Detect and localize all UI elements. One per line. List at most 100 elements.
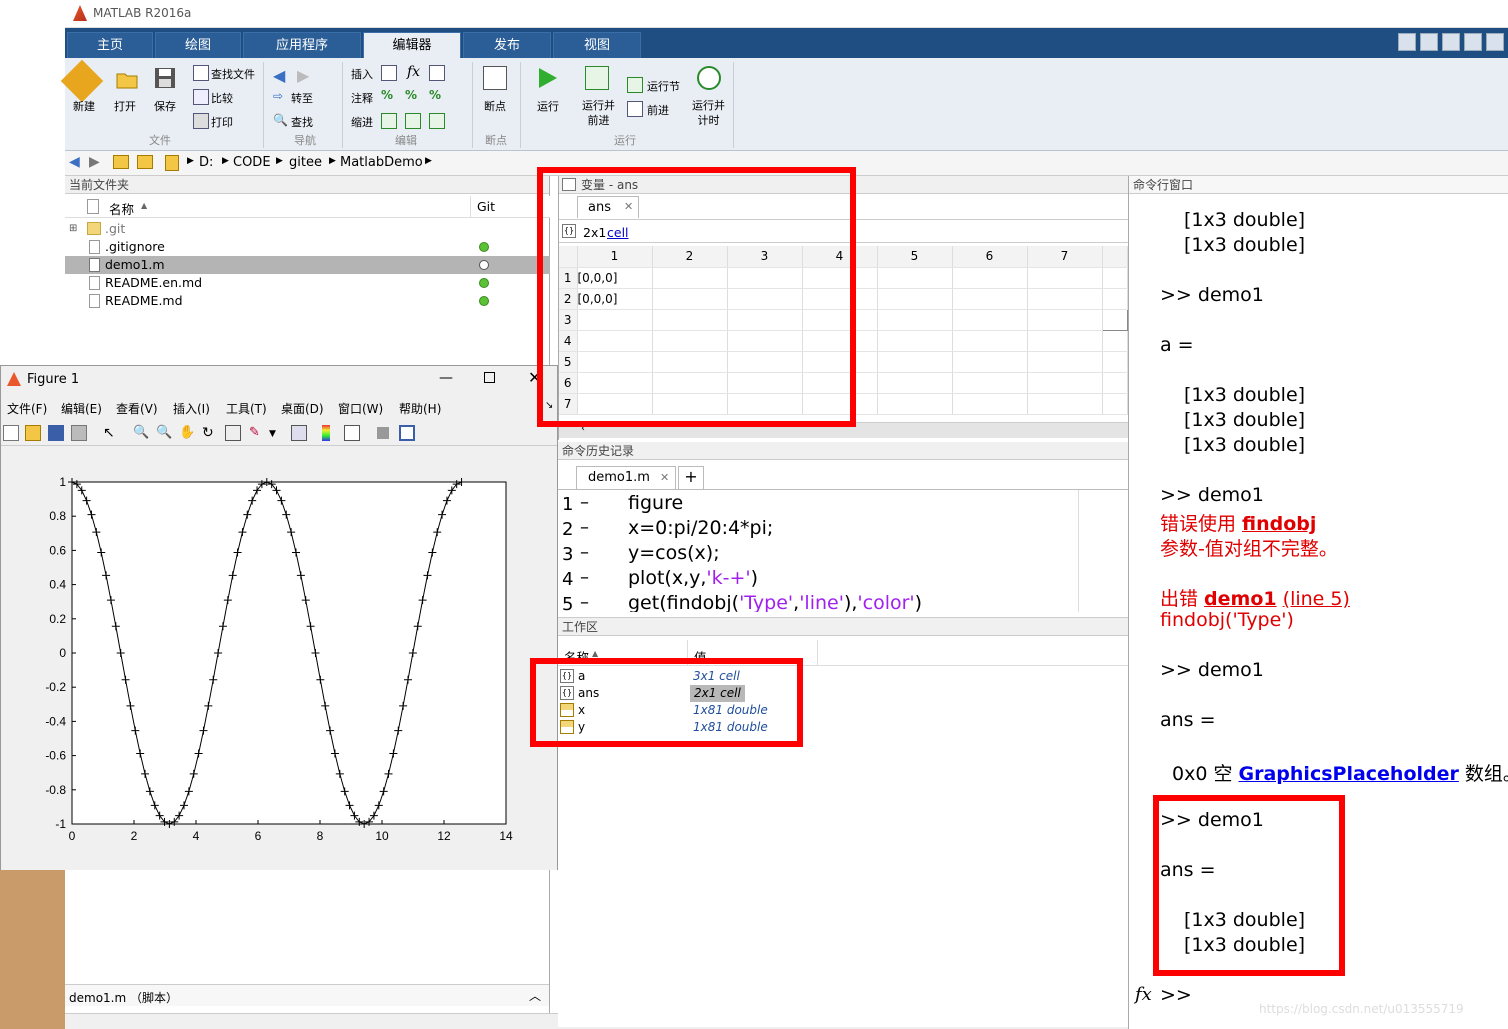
copy-icon[interactable]: [1464, 33, 1482, 51]
rotate-icon[interactable]: ↻: [202, 425, 218, 441]
col-value[interactable]: 值: [694, 647, 707, 666]
row-header[interactable]: 2: [559, 288, 578, 310]
table-cell[interactable]: [0,0,0]: [577, 288, 653, 310]
uncomment-icon[interactable]: %: [405, 88, 421, 104]
breadcrumb-gitee[interactable]: gitee: [289, 155, 322, 170]
layout-icon[interactable]: [1398, 33, 1416, 51]
menu-edit[interactable]: 编辑(E): [61, 400, 102, 417]
percent-icon[interactable]: %: [381, 88, 397, 104]
col-name[interactable]: 名称: [109, 199, 134, 218]
menu-tools[interactable]: 工具(T): [226, 400, 267, 417]
editor-area[interactable]: 1– figure 2– x=0:pi/20:4*pi; 3– y=cos(x)…: [558, 489, 1128, 612]
row-header[interactable]: 7: [559, 393, 578, 415]
save-figure-icon[interactable]: [48, 425, 64, 441]
close-icon[interactable]: ✕: [660, 471, 669, 484]
menu-insert[interactable]: 插入(I): [173, 400, 210, 417]
open-folder-icon[interactable]: [115, 68, 139, 92]
cut-icon[interactable]: [1442, 33, 1460, 51]
col-header[interactable]: 3: [727, 246, 803, 268]
menu-help[interactable]: 帮助(H): [399, 400, 441, 417]
smart-indent-icon[interactable]: [381, 113, 397, 129]
col-header[interactable]: 2: [652, 246, 728, 268]
col-git[interactable]: Git: [477, 199, 495, 214]
breakpoint-icon[interactable]: [483, 66, 507, 90]
chevron-right-icon[interactable]: ▶: [329, 156, 336, 166]
table-cell[interactable]: [577, 372, 653, 394]
row-header[interactable]: 4: [559, 330, 578, 352]
save-quick-icon[interactable]: [1420, 33, 1438, 51]
add-tab-button[interactable]: +: [678, 466, 704, 489]
indent-button[interactable]: 缩进: [351, 114, 373, 130]
findobj-link[interactable]: findobj: [1242, 513, 1316, 535]
tab-demo1[interactable]: demo1.m ✕: [576, 466, 676, 489]
run-advance-icon[interactable]: [585, 66, 609, 90]
line5-link[interactable]: (line 5): [1283, 588, 1350, 610]
print-figure-icon[interactable]: [71, 425, 87, 441]
show-tools-icon[interactable]: [399, 425, 415, 441]
breadcrumb-matlabdemo[interactable]: MatlabDemo: [340, 155, 423, 170]
table-cell[interactable]: [577, 393, 653, 415]
up-folder-icon[interactable]: [113, 155, 129, 169]
demo1-link[interactable]: demo1: [1204, 588, 1277, 610]
table-cell[interactable]: [577, 309, 653, 331]
browse-folder-icon[interactable]: [137, 155, 153, 169]
row-header[interactable]: 6: [559, 372, 578, 394]
pointer-icon[interactable]: ↖: [103, 425, 119, 441]
print-button[interactable]: 打印: [211, 114, 233, 130]
forward-icon[interactable]: ▶: [89, 154, 100, 170]
file-row[interactable]: ⊞ .git: [65, 220, 550, 238]
zoom-in-icon[interactable]: 🔍: [133, 425, 149, 441]
find-files-button[interactable]: 查找文件: [211, 66, 255, 82]
fx-icon[interactable]: fx: [1135, 984, 1152, 1005]
workspace-row[interactable]: y 1x81 double: [558, 719, 1128, 736]
col-header[interactable]: 7: [1027, 246, 1103, 268]
col-header[interactable]: 1: [577, 246, 653, 268]
chevron-right-icon[interactable]: ▶: [187, 156, 194, 166]
run-time-icon[interactable]: [697, 66, 721, 90]
horizontal-scrollbar[interactable]: ‹: [559, 422, 1129, 438]
pan-hand-icon[interactable]: ✋: [179, 425, 195, 441]
variable-class-link[interactable]: cell: [607, 225, 629, 240]
workspace-row[interactable]: {} ans 2x1 cell: [558, 685, 1128, 702]
run-play-icon[interactable]: [535, 66, 559, 90]
tab-view[interactable]: 视图: [553, 32, 641, 58]
tab-apps[interactable]: 应用程序: [243, 32, 361, 58]
menu-file[interactable]: 文件(F): [7, 400, 47, 417]
breadcrumb-drive[interactable]: D:: [199, 155, 213, 170]
minimize-icon[interactable]: —: [439, 370, 453, 386]
chevron-up-icon[interactable]: ︿: [529, 987, 541, 1004]
zoom-out-icon[interactable]: 🔍: [156, 425, 172, 441]
chevron-right-icon[interactable]: ▶: [222, 156, 229, 166]
tab-plots[interactable]: 绘图: [155, 32, 241, 58]
dock-arrow-icon[interactable]: ↘: [545, 400, 553, 411]
run-advance-button[interactable]: 运行并 前进: [582, 98, 615, 128]
paste-icon[interactable]: [1486, 33, 1504, 51]
legend-icon[interactable]: [344, 425, 360, 441]
row-header[interactable]: 5: [559, 351, 578, 373]
data-cursor-icon[interactable]: [225, 425, 241, 441]
row-header[interactable]: 1: [559, 267, 578, 289]
chevron-left-icon[interactable]: ‹: [581, 423, 585, 434]
wrap-comment-icon[interactable]: %: [429, 88, 445, 104]
close-icon[interactable]: ✕: [528, 368, 541, 387]
col-header[interactable]: 5: [877, 246, 953, 268]
advance-button[interactable]: 前进: [647, 102, 669, 118]
command-window[interactable]: 命令行窗口 [1x3 double] [1x3 double] >> demo1…: [1128, 176, 1508, 1029]
menu-desktop[interactable]: 桌面(D): [281, 400, 324, 417]
indent-icon[interactable]: [405, 113, 421, 129]
col-header[interactable]: 4: [802, 246, 878, 268]
find-button[interactable]: 查找: [291, 114, 313, 130]
run-button[interactable]: 运行: [537, 98, 559, 114]
table-cell[interactable]: [577, 351, 653, 373]
file-row[interactable]: README.en.md: [65, 274, 550, 292]
file-row[interactable]: .gitignore: [65, 238, 550, 256]
fx-button[interactable]: fx: [407, 64, 420, 80]
tab-editor[interactable]: 编辑器: [363, 32, 461, 58]
menu-window[interactable]: 窗口(W): [338, 400, 383, 417]
comment-button[interactable]: 注释: [351, 90, 373, 106]
goto-button[interactable]: 转至: [291, 90, 313, 106]
new-figure-icon[interactable]: [3, 425, 19, 441]
table-cell[interactable]: [0,0,0]: [577, 267, 653, 289]
menu-view[interactable]: 查看(V): [116, 400, 158, 417]
expand-plus-icon[interactable]: ⊞: [69, 220, 77, 238]
